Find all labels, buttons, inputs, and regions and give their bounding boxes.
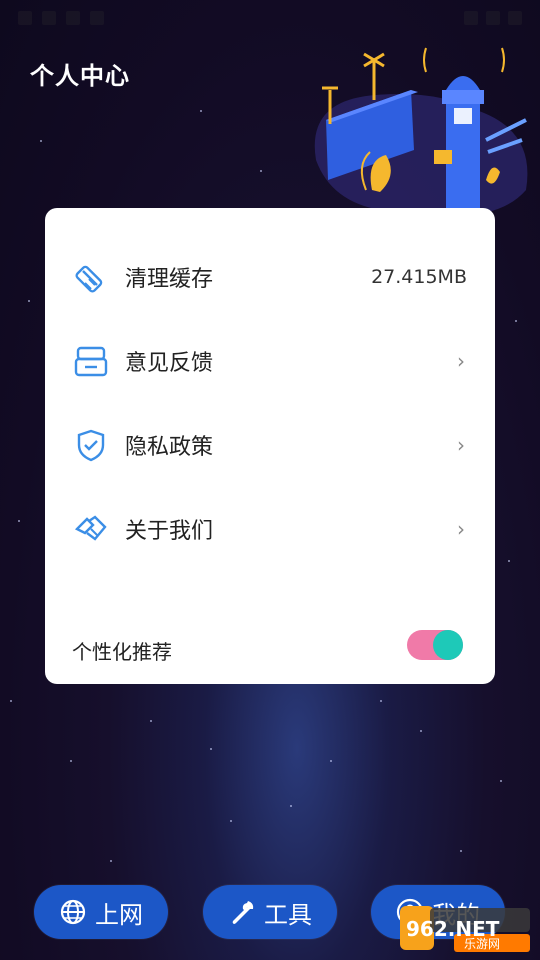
broom-icon: [75, 265, 103, 293]
nav-label: 工具: [264, 900, 312, 929]
status-bar: [0, 0, 540, 34]
menu-item-privacy-policy[interactable]: 隐私政策 ›: [45, 413, 495, 477]
menu-item-clear-cache[interactable]: 清理缓存 27.415MB: [45, 245, 495, 309]
nav-browse-button[interactable]: 上网: [34, 885, 168, 939]
nav-label: 上网: [95, 900, 143, 929]
settings-card: 清理缓存 27.415MB 意见反馈 › 隐私政策 › 关于我们 › 个性化推荐: [45, 208, 495, 684]
page-title: 个人中心: [30, 62, 130, 90]
menu-item-label: 意见反馈: [125, 351, 214, 376]
menu-item-feedback[interactable]: 意见反馈 ›: [45, 329, 495, 393]
feedback-icon: [74, 346, 108, 377]
chevron-right-icon: ›: [457, 349, 465, 373]
handshake-icon: [74, 515, 107, 541]
wrench-icon: [232, 901, 254, 924]
toggle-label: 个性化推荐: [72, 640, 172, 664]
watermark-subtext: 乐游网: [464, 937, 500, 951]
site-watermark: 962.NET 乐游网: [400, 906, 530, 952]
cache-size-value: 27.415MB: [371, 266, 467, 288]
shield-icon: [77, 429, 105, 462]
nav-tools-button[interactable]: 工具: [203, 885, 337, 939]
chevron-right-icon: ›: [457, 433, 465, 457]
personalized-recommendation-toggle[interactable]: [407, 630, 463, 660]
menu-item-label: 关于我们: [125, 519, 214, 544]
personalized-recommendation-row: 个性化推荐: [45, 626, 495, 670]
toggle-knob: [433, 630, 463, 660]
chevron-right-icon: ›: [457, 517, 465, 541]
menu-item-about-us[interactable]: 关于我们 ›: [45, 497, 495, 561]
menu-item-label: 隐私政策: [125, 435, 214, 460]
globe-icon: [60, 899, 86, 925]
lighthouse-illustration: [314, 47, 528, 216]
menu-item-label: 清理缓存: [125, 267, 214, 292]
